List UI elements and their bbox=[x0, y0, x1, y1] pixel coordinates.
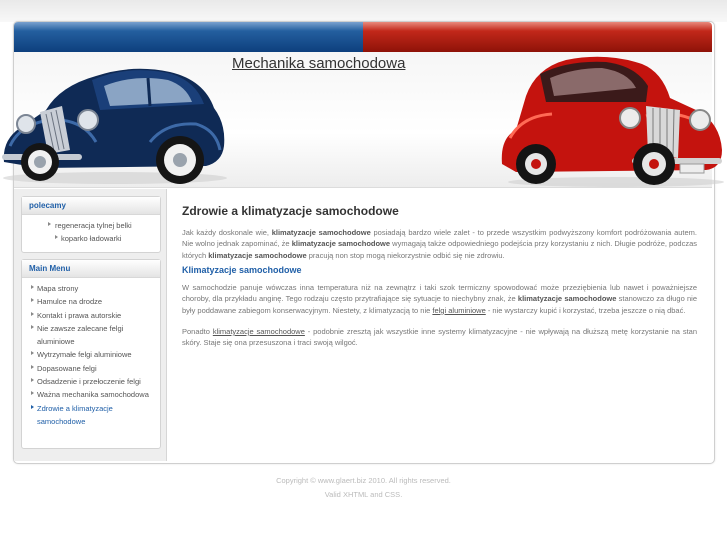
sidebar-menu-item[interactable]: Kontakt i prawa autorskie bbox=[22, 309, 160, 322]
sidebar-box-title: Main Menu bbox=[22, 260, 160, 278]
arrow-right-icon bbox=[31, 285, 34, 289]
sidebar-menu-label: Nie zawsze zalecane felgi aluminiowe bbox=[37, 323, 124, 347]
sidebar-box-main-menu: Main Menu Mapa strony Hamulce na drodze Ko… bbox=[21, 259, 161, 449]
sidebar-menu-label: Kontakt i prawa autorskie bbox=[37, 310, 122, 320]
page-title: Zdrowie a klimatyzacje samochodowe bbox=[182, 204, 399, 218]
arrow-right-icon bbox=[31, 378, 34, 383]
arrow-right-icon bbox=[31, 324, 34, 329]
sidebar-link-regeneracja[interactable]: regeneracja tylnej belki bbox=[22, 219, 160, 232]
sidebar-menu-label: Mapa strony bbox=[37, 284, 79, 293]
arrow-right-icon bbox=[55, 235, 58, 240]
arrow-right-icon bbox=[31, 404, 34, 409]
sidebar-menu-label: Wytrzymałe felgi aluminiowe bbox=[37, 350, 132, 360]
copyright-text: Copyright © www.glaert.biz 2010. All rig… bbox=[276, 476, 451, 485]
sidebar-menu-label: Odsadzenie i przełoczenie felgi bbox=[37, 377, 141, 387]
article-subheading: Klimatyzacje samochodowe bbox=[182, 265, 302, 275]
felgi-aluminiowe-link[interactable]: felgi aluminiowe bbox=[432, 306, 485, 315]
klimatyzacje-link[interactable]: klimatyzacje samochodowe bbox=[213, 327, 305, 336]
sidebar-menu-label: Hamulce na drodze bbox=[37, 297, 103, 307]
header-bar-blue bbox=[14, 22, 363, 52]
arrow-right-icon bbox=[31, 311, 34, 316]
xhtml-link[interactable]: XHTML bbox=[343, 490, 368, 499]
sidebar-menu-label: Zdrowie a klimatyzacje samochodowe bbox=[37, 403, 113, 426]
sidebar-menu-item[interactable]: Wytrzymałe felgi aluminiowe bbox=[22, 348, 160, 361]
sidebar-menu-item[interactable]: Hamulce na drodze bbox=[22, 295, 160, 308]
copyright-site-link[interactable]: www.glaert.biz bbox=[318, 476, 366, 485]
arrow-right-icon bbox=[48, 222, 51, 226]
site-title-link[interactable]: Mechanika samochodowa bbox=[232, 55, 405, 72]
blue-car-image bbox=[2, 68, 227, 184]
sidebar-menu-item[interactable]: Nie zawsze zalecane felgi aluminiowe bbox=[22, 322, 160, 349]
sidebar-box-polecamy: polecamy regeneracja tylnej belki kopark… bbox=[21, 196, 161, 253]
sidebar-menu-item[interactable]: Mapa strony bbox=[22, 282, 160, 295]
css-link[interactable]: CSS bbox=[385, 490, 400, 499]
sidebar-menu-item[interactable]: Odsadzenie i przełoczenie felgi bbox=[22, 375, 160, 388]
sidebar-menu-item[interactable]: Ważna mechanika samochodowa bbox=[22, 388, 160, 401]
article-paragraph: W samochodzie panuje wówczas inna temper… bbox=[182, 283, 697, 315]
sidebar-menu-label: Ważna mechanika samochodowa bbox=[37, 390, 149, 400]
arrow-right-icon bbox=[31, 298, 34, 303]
sidebar-menu-label: Dopasowane felgi bbox=[37, 363, 97, 373]
arrow-right-icon bbox=[31, 351, 34, 356]
sidebar-box-title: polecamy bbox=[22, 197, 160, 215]
red-car-image bbox=[501, 56, 724, 187]
sidebar-menu-item[interactable]: Zdrowie a klimatyzacje samochodowe bbox=[22, 402, 160, 429]
validation-text: Valid XHTML and CSS. bbox=[324, 490, 403, 499]
arrow-right-icon bbox=[31, 391, 34, 396]
sidebar-link-koparko[interactable]: koparko ładowarki bbox=[22, 232, 160, 245]
arrow-right-icon bbox=[31, 364, 34, 369]
article-paragraph: Jak każdy doskonale wie, klimatyzacje sa… bbox=[182, 228, 697, 260]
article-paragraph: Ponadto klimatyzacje samochodowe - podob… bbox=[182, 327, 697, 348]
top-band bbox=[0, 0, 727, 22]
footer: Copyright © www.glaert.biz 2010. All rig… bbox=[0, 474, 727, 502]
sidebar-menu-item[interactable]: Dopasowane felgi bbox=[22, 362, 160, 375]
